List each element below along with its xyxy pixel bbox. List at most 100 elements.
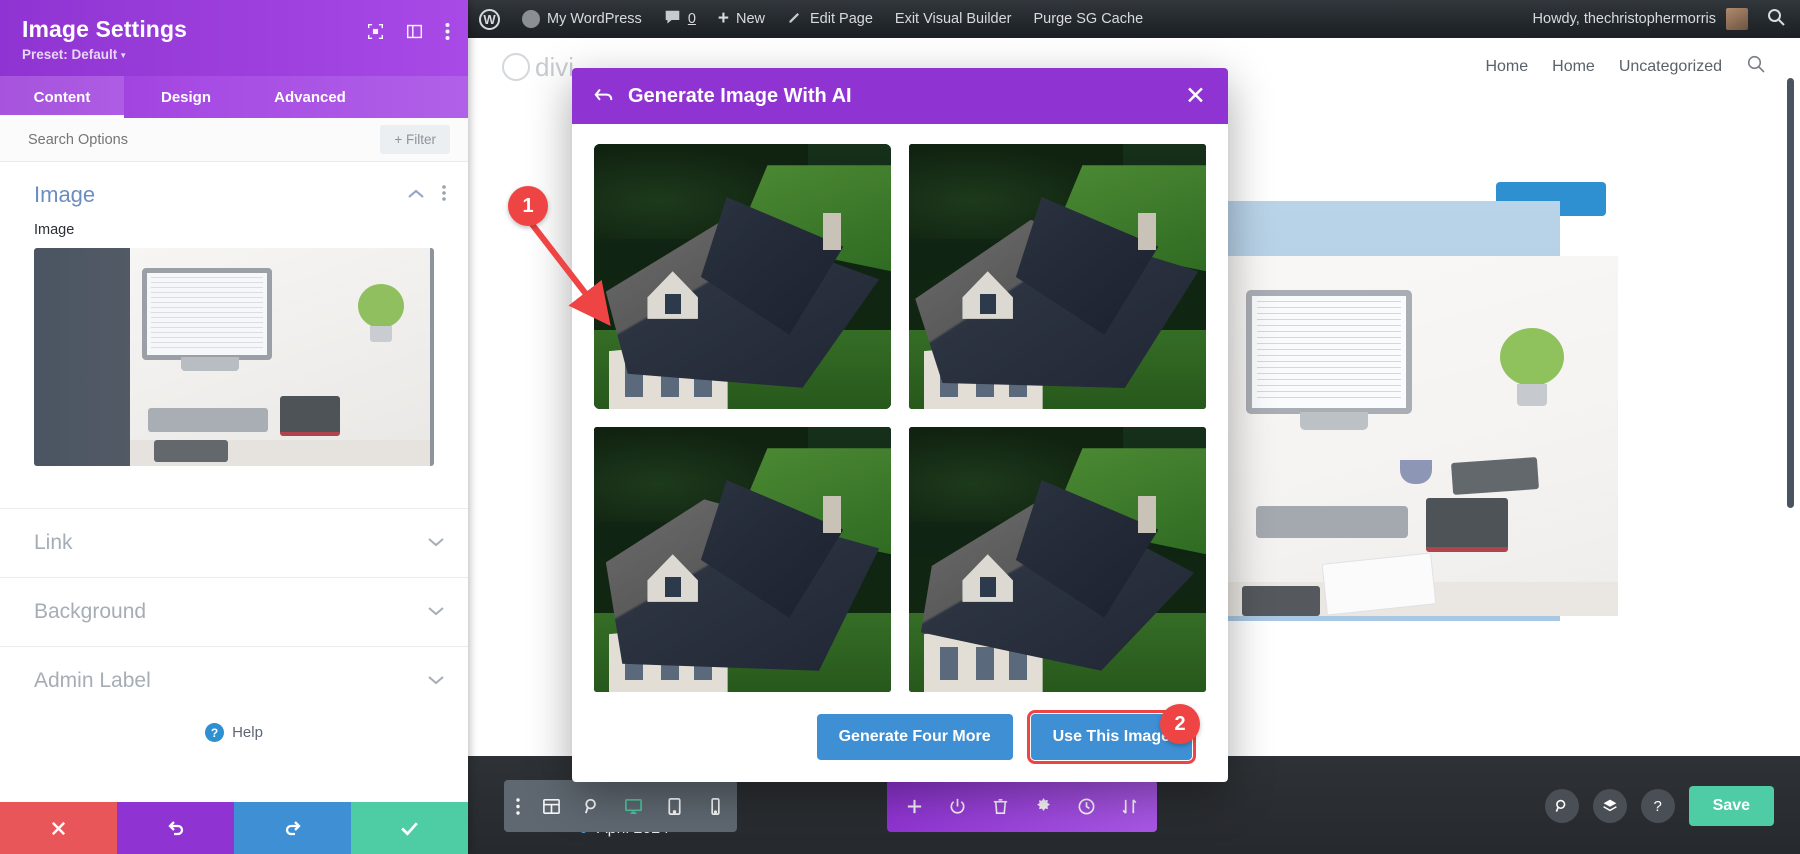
ai-image-option-2[interactable] (909, 144, 1206, 409)
chevron-up-icon[interactable] (408, 186, 424, 204)
plus-icon: + (717, 8, 729, 29)
nav-links: Home Home Uncategorized (1485, 54, 1766, 80)
focus-target-icon[interactable] (367, 23, 384, 40)
comment-count: 0 (687, 11, 696, 27)
kebab-menu-icon[interactable] (516, 797, 520, 815)
search-row: + Filter (0, 118, 468, 162)
section-link[interactable]: Link (0, 508, 468, 577)
hero-desk-photo (1228, 256, 1618, 616)
section-image[interactable]: Image (0, 162, 468, 222)
ai-image-grid (594, 144, 1206, 692)
tablet-icon[interactable] (665, 797, 684, 816)
image-settings-panel: Image Settings Preset: Default ▼ Content… (0, 0, 468, 854)
site-name-menu[interactable]: My WordPress (511, 0, 653, 38)
close-icon[interactable]: ✕ (1185, 84, 1206, 109)
edit-page-link[interactable]: Edit Page (776, 0, 884, 38)
phone-icon[interactable] (706, 797, 725, 816)
cancel-button[interactable] (0, 802, 117, 854)
laptop-shape (1242, 586, 1320, 616)
site-name-label: My WordPress (547, 11, 642, 27)
modal-footer: Generate Four More Use This Image (572, 692, 1228, 782)
modal-body (572, 124, 1228, 692)
aerial-roof-image (594, 427, 891, 692)
desktop-icon[interactable] (624, 797, 643, 816)
search-icon[interactable] (1746, 54, 1766, 80)
section-image-label: Image (34, 182, 96, 207)
plus-icon: + (394, 132, 403, 147)
layout-panel-icon[interactable] (406, 23, 423, 40)
trash-icon[interactable] (991, 797, 1010, 816)
panel-header: Image Settings Preset: Default ▼ (0, 0, 468, 76)
section-image-controls (408, 184, 446, 206)
panel-preset[interactable]: Preset: Default ▼ (22, 47, 446, 62)
image-preview-photo (130, 248, 430, 466)
wireframe-icon[interactable] (542, 797, 561, 816)
save-button[interactable]: Save (1688, 786, 1774, 826)
divi-utility-controls: ? Save (1544, 780, 1774, 832)
generate-image-with-ai-modal: Generate Image With AI ✕ Generate Four M… (572, 68, 1228, 782)
generate-four-more-button[interactable]: Generate Four More (816, 714, 1013, 760)
nav-link-home-2[interactable]: Home (1552, 58, 1595, 76)
section-background[interactable]: Background (0, 577, 468, 646)
section-admin-label-label: Admin Label (34, 669, 151, 692)
keyboard-shape (148, 408, 268, 432)
zoom-icon[interactable] (583, 797, 602, 816)
help-link[interactable]: ? Help (0, 723, 468, 742)
section-admin-label[interactable]: Admin Label (0, 646, 468, 715)
filter-label: Filter (406, 132, 436, 147)
kebab-menu-icon[interactable] (442, 184, 446, 206)
chevron-down-icon (428, 672, 444, 690)
howdy-label[interactable]: Howdy, thechristophermorris (1533, 11, 1716, 27)
avatar[interactable] (1726, 8, 1748, 30)
kebab-menu-icon[interactable] (445, 22, 450, 41)
history-icon[interactable] (1077, 797, 1096, 816)
panel-footer (0, 802, 468, 854)
new-content-menu[interactable]: + New (707, 0, 776, 38)
redo-button[interactable] (234, 802, 351, 854)
chevron-down-icon (428, 603, 444, 621)
divi-logo-icon (502, 53, 530, 81)
plant-shape (1500, 328, 1564, 406)
tab-advanced[interactable]: Advanced (248, 76, 372, 118)
pencil-icon (787, 9, 803, 29)
back-arrow-icon[interactable] (594, 88, 614, 105)
divi-view-controls (504, 780, 737, 832)
tab-design[interactable]: Design (124, 76, 248, 118)
search-input[interactable] (28, 131, 278, 148)
tablet-shape (154, 440, 228, 462)
panel-body: Image Image Link Background Admin Label … (0, 162, 468, 802)
nav-link-uncategorized[interactable]: Uncategorized (1619, 58, 1722, 76)
keyboard-shape (1256, 506, 1408, 538)
exit-visual-builder-link[interactable]: Exit Visual Builder (884, 0, 1023, 38)
wordpress-logo-icon: W (479, 8, 500, 30)
notebook-shape (280, 396, 340, 436)
ai-image-option-4[interactable] (909, 427, 1206, 692)
add-icon[interactable] (905, 797, 924, 816)
undo-button[interactable] (117, 802, 234, 854)
confirm-save-button[interactable] (351, 802, 468, 854)
ai-image-option-1[interactable] (594, 144, 891, 409)
comment-bubble-icon (664, 9, 681, 30)
power-icon[interactable] (948, 797, 967, 816)
wordpress-logo-menu[interactable]: W (468, 0, 511, 38)
nav-link-home-1[interactable]: Home (1485, 58, 1528, 76)
tab-content[interactable]: Content (0, 76, 124, 118)
site-logo[interactable]: divi (502, 52, 574, 83)
notebook-shape (1426, 498, 1508, 552)
comments-menu[interactable]: 0 (653, 0, 707, 38)
layers-icon[interactable] (1592, 789, 1627, 823)
ai-image-option-3[interactable] (594, 427, 891, 692)
page-scrollbar[interactable] (1787, 78, 1794, 508)
image-preview-thumbnail[interactable] (34, 248, 434, 466)
filter-button[interactable]: + Filter (380, 125, 450, 154)
section-link-label: Link (34, 531, 73, 554)
sort-icon[interactable] (1120, 797, 1139, 816)
plant-shape (358, 284, 404, 342)
help-icon[interactable]: ? (1640, 789, 1675, 823)
purge-cache-link[interactable]: Purge SG Cache (1023, 0, 1155, 38)
gear-icon[interactable] (1034, 797, 1053, 816)
search-icon[interactable] (1544, 789, 1579, 823)
divi-bottom-toolbar (504, 780, 1157, 832)
preset-label: Preset: Default (22, 47, 118, 62)
search-icon[interactable] (1758, 7, 1786, 31)
